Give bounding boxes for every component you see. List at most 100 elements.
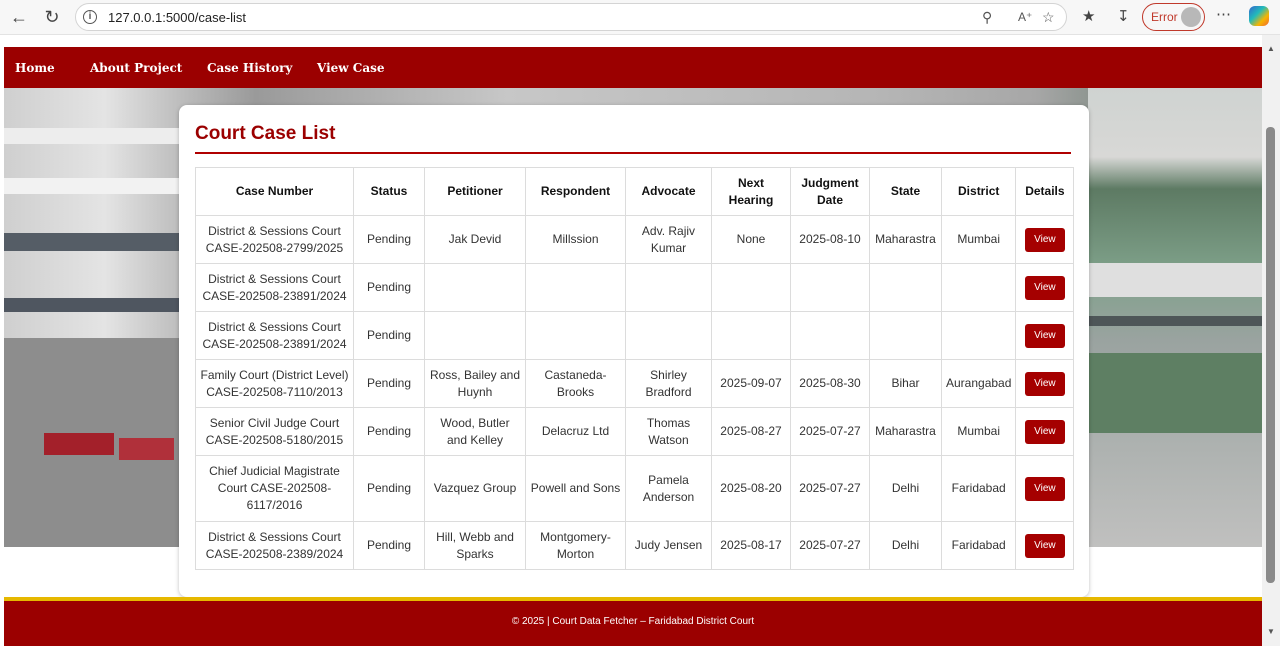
table-row: Chief Judicial Magistrate Court CASE-202…	[195, 455, 1075, 522]
table-row: District & Sessions Court CASE-202508-23…	[195, 263, 1075, 312]
cell-advocate: Thomas Watson	[625, 407, 712, 456]
profile-status: Error	[1151, 10, 1178, 24]
site-info-icon[interactable]: i	[83, 10, 97, 24]
cell-judgment-date: 2025-08-10	[790, 215, 870, 264]
cell-respondent	[525, 311, 626, 360]
cell-next-hearing: 2025-08-27	[711, 407, 791, 456]
view-button[interactable]: View	[1024, 533, 1065, 558]
col-header: Respondent	[525, 167, 626, 216]
cell-case-number: Chief Judicial Magistrate Court CASE-202…	[195, 455, 354, 522]
profile-button[interactable]: Error	[1142, 3, 1205, 31]
cell-case-number: District & Sessions Court CASE-202508-23…	[195, 263, 354, 312]
main-navbar: Home About Project Case History View Cas…	[4, 47, 1262, 88]
cell-details: View	[1015, 407, 1075, 456]
cell-status: Pending	[353, 521, 425, 570]
col-header: Advocate	[625, 167, 712, 216]
scroll-up-icon[interactable]: ▲	[1267, 44, 1275, 53]
table-row: Senior Civil Judge Court CASE-202508-518…	[195, 407, 1075, 456]
cell-advocate: Judy Jensen	[625, 521, 712, 570]
case-table: Case Number Status Petitioner Respondent…	[195, 167, 1075, 570]
cell-next-hearing: 2025-08-17	[711, 521, 791, 570]
avatar	[1181, 7, 1201, 27]
cell-district	[940, 311, 1017, 360]
case-list-card: Court Case List Case Number Status Petit…	[179, 105, 1089, 597]
cell-status: Pending	[353, 311, 425, 360]
col-header: Status	[353, 167, 425, 216]
cell-petitioner: Wood, Butler and Kelley	[424, 407, 526, 456]
cell-district: Faridabad	[940, 521, 1017, 570]
page: Home About Project Case History View Cas…	[4, 35, 1262, 646]
view-button[interactable]: View	[1024, 371, 1065, 396]
cell-details: View	[1015, 521, 1075, 570]
favorites-icon[interactable]: ★	[1082, 7, 1095, 25]
view-button[interactable]: View	[1024, 476, 1065, 501]
cell-state: Bihar	[869, 359, 942, 408]
zoom-icon[interactable]: ⚲	[982, 9, 992, 26]
cell-state: Maharastra	[869, 215, 942, 264]
view-button[interactable]: View	[1024, 419, 1065, 444]
read-aloud-icon[interactable]: A⁺	[1018, 10, 1032, 24]
address-bar[interactable]: i 127.0.0.1:5000/case-list ⚲ A⁺ ☆	[75, 3, 1067, 31]
nav-about-project[interactable]: About Project	[90, 61, 182, 75]
cell-state	[869, 311, 942, 360]
cell-next-hearing	[711, 263, 791, 312]
cell-judgment-date: 2025-07-27	[790, 521, 870, 570]
nav-case-history[interactable]: Case History	[207, 61, 292, 75]
col-header: Petitioner	[424, 167, 526, 216]
cell-district: Mumbai	[940, 215, 1017, 264]
title-divider	[195, 152, 1071, 154]
cell-status: Pending	[353, 407, 425, 456]
cell-case-number: District & Sessions Court CASE-202508-23…	[195, 311, 354, 360]
table-row: District & Sessions Court CASE-202508-23…	[195, 521, 1075, 570]
cell-case-number: District & Sessions Court CASE-202508-23…	[195, 521, 354, 570]
cell-status: Pending	[353, 359, 425, 408]
cell-judgment-date	[790, 263, 870, 312]
cell-advocate: Shirley Bradford	[625, 359, 712, 408]
cell-next-hearing: None	[711, 215, 791, 264]
cell-next-hearing: 2025-09-07	[711, 359, 791, 408]
cell-district: Mumbai	[940, 407, 1017, 456]
scrollbar[interactable]: ▲ ▼	[1262, 35, 1280, 646]
cell-petitioner: Jak Devid	[424, 215, 526, 264]
nav-home[interactable]: Home	[15, 61, 55, 75]
back-arrow-icon[interactable]: ←	[7, 6, 31, 28]
cell-respondent: Powell and Sons	[525, 455, 626, 522]
cell-petitioner: Hill, Webb and Sparks	[424, 521, 526, 570]
col-header: Judgment Date	[790, 167, 870, 216]
downloads-icon[interactable]: ↧	[1117, 7, 1130, 25]
more-menu-icon[interactable]: ⋯	[1216, 5, 1231, 23]
cell-state: Maharastra	[869, 407, 942, 456]
table-row: District & Sessions Court CASE-202508-27…	[195, 215, 1075, 264]
copilot-icon[interactable]	[1249, 6, 1269, 26]
cell-details: View	[1015, 215, 1075, 264]
view-button[interactable]: View	[1024, 275, 1065, 300]
cell-respondent: Montgomery-Morton	[525, 521, 626, 570]
cell-respondent	[525, 263, 626, 312]
cell-judgment-date: 2025-07-27	[790, 407, 870, 456]
nav-view-case[interactable]: View Case	[317, 61, 385, 75]
cell-respondent: Delacruz Ltd	[525, 407, 626, 456]
cell-respondent: Castaneda-Brooks	[525, 359, 626, 408]
cell-case-number: District & Sessions Court CASE-202508-27…	[195, 215, 354, 264]
cell-advocate: Adv. Rajiv Kumar	[625, 215, 712, 264]
cell-district: Aurangabad	[940, 359, 1017, 408]
scrollbar-thumb[interactable]	[1266, 127, 1275, 583]
cell-details: View	[1015, 311, 1075, 360]
cell-district	[940, 263, 1017, 312]
col-header: Case Number	[195, 167, 354, 216]
view-button[interactable]: View	[1024, 323, 1065, 348]
table-header-row: Case Number Status Petitioner Respondent…	[195, 167, 1075, 216]
view-button[interactable]: View	[1024, 227, 1065, 252]
cell-details: View	[1015, 359, 1075, 408]
cell-details: View	[1015, 455, 1075, 522]
reload-icon[interactable]: ↻	[40, 6, 64, 28]
table-row: District & Sessions Court CASE-202508-23…	[195, 311, 1075, 360]
cell-details: View	[1015, 263, 1075, 312]
cell-next-hearing	[711, 311, 791, 360]
cell-status: Pending	[353, 215, 425, 264]
cell-judgment-date: 2025-08-30	[790, 359, 870, 408]
scroll-down-icon[interactable]: ▼	[1267, 627, 1275, 636]
favorite-star-icon[interactable]: ☆	[1042, 9, 1055, 26]
url-text[interactable]: 127.0.0.1:5000/case-list	[108, 10, 246, 25]
cell-next-hearing: 2025-08-20	[711, 455, 791, 522]
